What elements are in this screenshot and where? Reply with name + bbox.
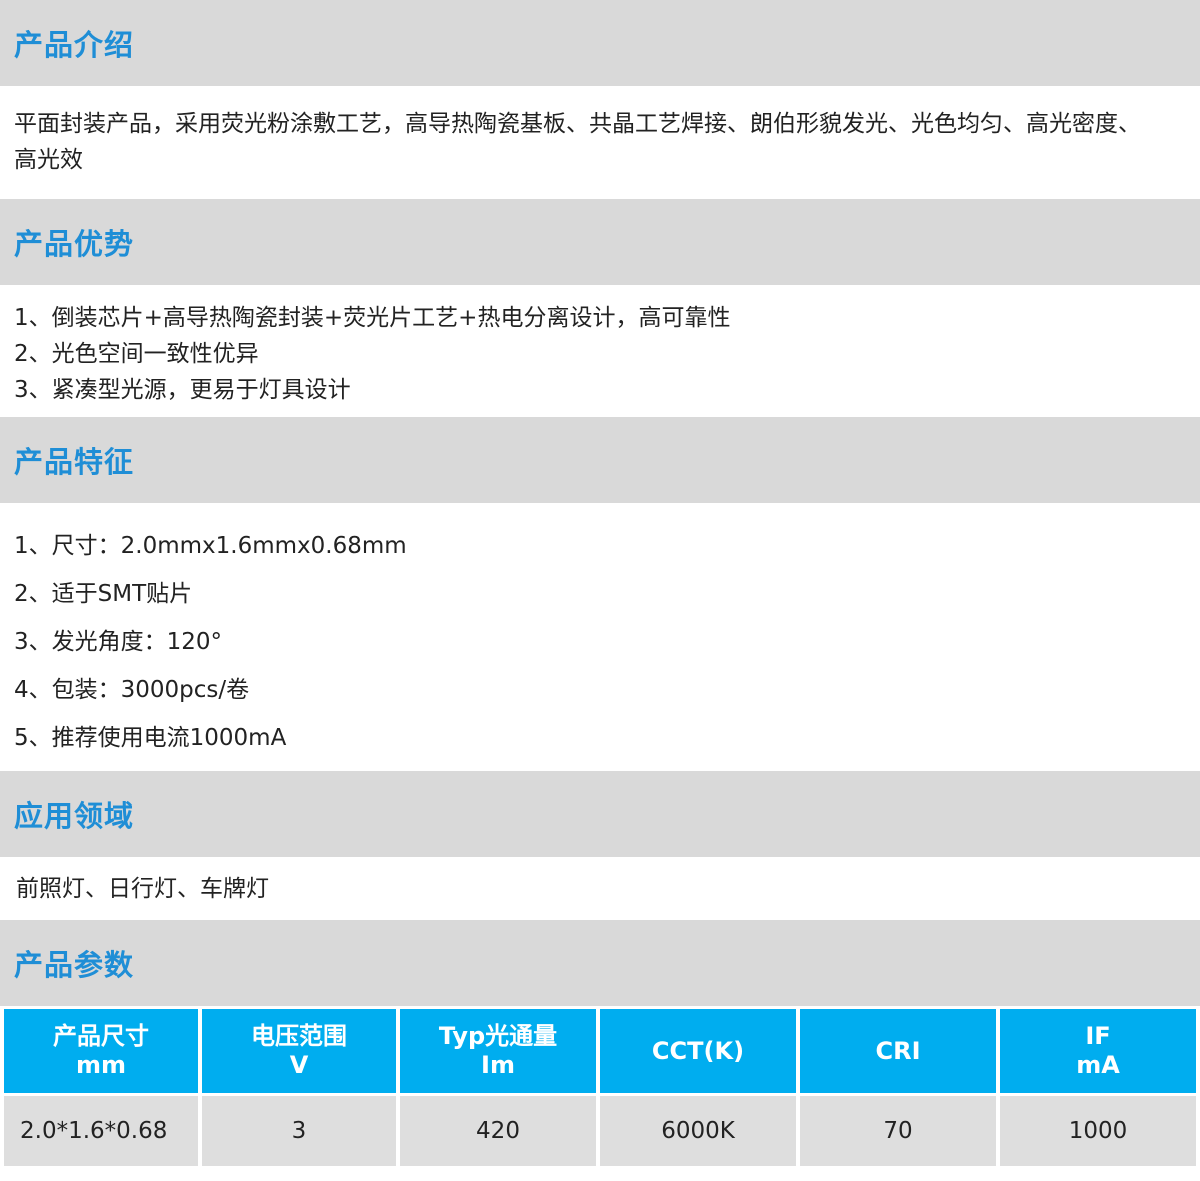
features-list: 1、尺寸：2.0mmx1.6mmx0.68mm 2、适于SMT贴片 3、发光角度… (0, 503, 1200, 771)
intro-line: 平面封装产品，采用荧光粉涂敷工艺，高导热陶瓷基板、共晶工艺焊接、朗伯形貌发光、光… (14, 111, 1141, 137)
header-line: CCT(K) (651, 1036, 745, 1065)
applications-line: 前照灯、日行灯、车牌灯 (16, 876, 269, 902)
header-line: 电压范围 (251, 1022, 347, 1050)
list-item: 3、发光角度：120° (14, 629, 223, 655)
section-title-features: 产品特征 (14, 445, 135, 479)
table-header-row: 产品尺寸 mm 电压范围 V Typ光通量 Im CCT(K) CRI IF mA (4, 1009, 1196, 1093)
list-item: 2、光色空间一致性优异 (14, 341, 259, 367)
section-header-params: 产品参数 (0, 920, 1200, 1006)
cell-cct: 6000K (600, 1096, 796, 1166)
section-header-advantages: 产品优势 (0, 199, 1200, 285)
section-title-intro: 产品介绍 (14, 28, 135, 62)
list-item: 3、紧凑型光源，更易于灯具设计 (14, 377, 351, 403)
section-title-params: 产品参数 (14, 948, 135, 982)
cell-cri: 70 (800, 1096, 996, 1166)
list-item: 5、推荐使用电流1000mA (14, 725, 287, 751)
cell-voltage: 3 (202, 1096, 396, 1166)
table-row: 2.0*1.6*0.68 3 420 6000K 70 1000 (4, 1096, 1196, 1166)
header-cri: CRI (800, 1009, 996, 1093)
header-voltage: 电压范围 V (202, 1009, 396, 1093)
cell-flux: 420 (400, 1096, 596, 1166)
header-unit: mA (1076, 1051, 1120, 1079)
section-title-applications: 应用领域 (14, 799, 135, 833)
header-unit: mm (75, 1051, 126, 1079)
section-header-features: 产品特征 (0, 417, 1200, 503)
section-header-applications: 应用领域 (0, 771, 1200, 857)
cell-size: 2.0*1.6*0.68 (4, 1096, 198, 1166)
header-flux: Typ光通量 Im (400, 1009, 596, 1093)
list-item: 4、包装：3000pcs/卷 (14, 677, 250, 703)
list-item: 1、尺寸：2.0mmx1.6mmx0.68mm (14, 533, 407, 559)
cell-if: 1000 (1000, 1096, 1196, 1166)
header-unit: Im (481, 1051, 515, 1079)
header-line: 产品尺寸 (53, 1022, 149, 1050)
header-size: 产品尺寸 mm (4, 1009, 198, 1093)
header-line: Typ光通量 (438, 1022, 558, 1050)
header-line: IF (1085, 1022, 1111, 1050)
header-cct: CCT(K) (600, 1009, 796, 1093)
section-title-advantages: 产品优势 (14, 227, 135, 261)
intro-description: 平面封装产品，采用荧光粉涂敷工艺，高导热陶瓷基板、共晶工艺焊接、朗伯形貌发光、光… (0, 86, 1200, 199)
params-table: 产品尺寸 mm 电压范围 V Typ光通量 Im CCT(K) CRI IF mA 2.… (0, 1006, 1200, 1169)
section-header-intro: 产品介绍 (0, 0, 1200, 86)
list-item: 2、适于SMT贴片 (14, 581, 193, 607)
intro-line: 高光效 (14, 147, 83, 173)
advantages-list: 1、倒装芯片+高导热陶瓷封装+荧光片工艺+热电分离设计，高可靠性 2、光色空间一… (0, 285, 1200, 417)
applications-text: 前照灯、日行灯、车牌灯 (0, 857, 1200, 920)
header-if: IF mA (1000, 1009, 1196, 1093)
header-line: CRI (875, 1036, 921, 1065)
header-unit: V (289, 1051, 309, 1079)
list-item: 1、倒装芯片+高导热陶瓷封装+荧光片工艺+热电分离设计，高可靠性 (14, 305, 731, 331)
